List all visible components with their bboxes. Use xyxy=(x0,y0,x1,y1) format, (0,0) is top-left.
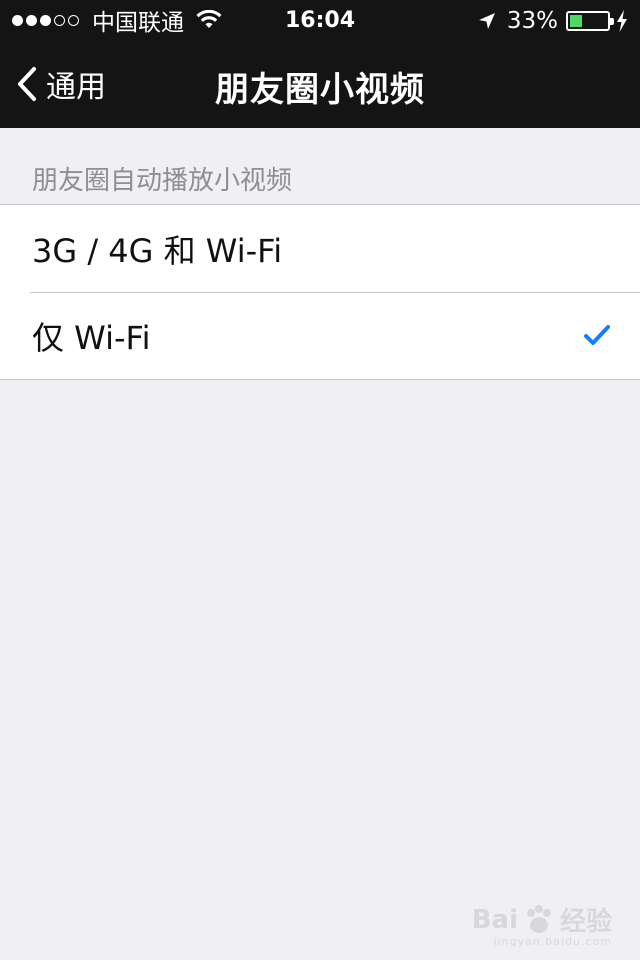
status-bar: 中国联通 16:04 33% xyxy=(0,0,640,40)
location-arrow-icon xyxy=(478,13,495,29)
option-label: 仅 Wi-Fi xyxy=(32,318,151,357)
paw-logo-icon xyxy=(526,904,551,933)
watermark-brand: Bai xyxy=(471,904,518,935)
battery-nub xyxy=(610,18,614,25)
section-header: 朋友圈自动播放小视频 xyxy=(32,166,293,196)
baidu-watermark: Bai 经验 jingyan.baidu.com xyxy=(471,901,612,948)
options-list: 3G / 4G 和 Wi-Fi 仅 Wi-Fi xyxy=(0,204,640,380)
option-cellular-and-wifi[interactable]: 3G / 4G 和 Wi-Fi xyxy=(0,205,640,292)
checkmark-icon xyxy=(584,325,610,345)
battery-fill xyxy=(570,15,582,27)
watermark-url: jingyan.baidu.com xyxy=(493,935,612,948)
page-title: 朋友圈小视频 xyxy=(215,70,425,110)
navigation-bar: 通用 朋友圈小视频 xyxy=(0,40,640,128)
charging-bolt-icon xyxy=(617,10,627,32)
battery-icon xyxy=(566,11,614,31)
battery-percent: 33% xyxy=(506,8,558,34)
option-label: 3G / 4G 和 Wi-Fi xyxy=(32,231,283,270)
watermark-brand-cn: 经验 xyxy=(559,907,612,937)
status-right: 33% xyxy=(477,8,628,34)
option-wifi-only[interactable]: 仅 Wi-Fi xyxy=(0,292,640,379)
